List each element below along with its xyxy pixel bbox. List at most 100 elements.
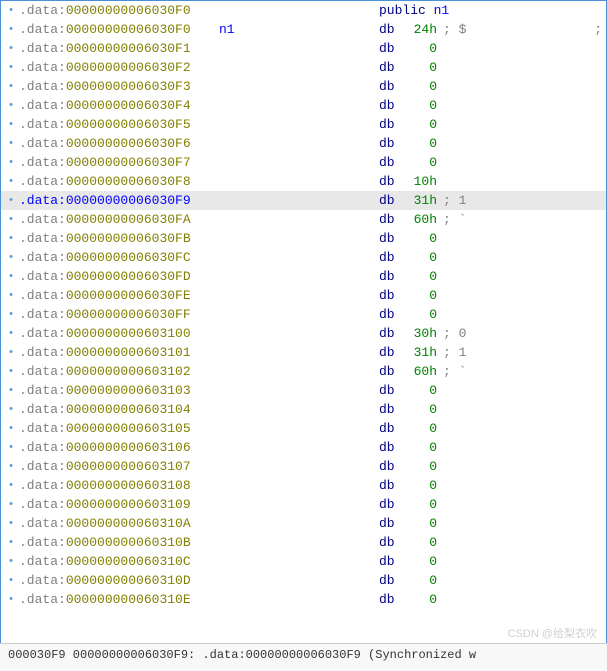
breakpoint-bullet[interactable]: • bbox=[3, 290, 19, 302]
breakpoint-bullet[interactable]: • bbox=[3, 62, 19, 74]
breakpoint-bullet[interactable]: • bbox=[3, 119, 19, 131]
disasm-line[interactable]: •.data:000000000060310Bdb0 bbox=[1, 533, 606, 552]
disassembly-view[interactable]: •.data:00000000006030F0public n1•.data:0… bbox=[1, 1, 606, 641]
comment: ; 1 bbox=[437, 345, 466, 360]
breakpoint-bullet[interactable]: • bbox=[3, 347, 19, 359]
breakpoint-bullet[interactable]: • bbox=[3, 138, 19, 150]
breakpoint-bullet[interactable]: • bbox=[3, 157, 19, 169]
breakpoint-bullet[interactable]: • bbox=[3, 518, 19, 530]
comment: ; ` bbox=[437, 364, 466, 379]
segment-name: .data bbox=[19, 136, 58, 151]
breakpoint-bullet[interactable]: • bbox=[3, 594, 19, 606]
breakpoint-bullet[interactable]: • bbox=[3, 499, 19, 511]
address-column: .data:00000000006030F6 bbox=[19, 136, 219, 151]
disasm-line[interactable]: •.data:00000000006030F5db0 bbox=[1, 115, 606, 134]
breakpoint-bullet[interactable]: • bbox=[3, 556, 19, 568]
breakpoint-bullet[interactable]: • bbox=[3, 100, 19, 112]
breakpoint-bullet[interactable]: • bbox=[3, 423, 19, 435]
disasm-line[interactable]: •.data:0000000000603100db30h; 0 bbox=[1, 324, 606, 343]
address-column: .data:0000000000603107 bbox=[19, 459, 219, 474]
breakpoint-bullet[interactable]: • bbox=[3, 480, 19, 492]
disasm-line[interactable]: •.data:0000000000603106db0 bbox=[1, 438, 606, 457]
disasm-line[interactable]: •.data:0000000000603101db31h; 1 bbox=[1, 343, 606, 362]
disasm-line[interactable]: •.data:000000000060310Adb0 bbox=[1, 514, 606, 533]
address-column: .data:00000000006030FD bbox=[19, 269, 219, 284]
disasm-line[interactable]: •.data:00000000006030FBdb0 bbox=[1, 229, 606, 248]
breakpoint-bullet[interactable]: • bbox=[3, 366, 19, 378]
breakpoint-bullet[interactable]: • bbox=[3, 5, 19, 17]
breakpoint-bullet[interactable]: • bbox=[3, 252, 19, 264]
breakpoint-bullet[interactable]: • bbox=[3, 271, 19, 283]
address-column: .data:00000000006030FC bbox=[19, 250, 219, 265]
breakpoint-bullet[interactable]: • bbox=[3, 328, 19, 340]
disasm-line[interactable]: •.data:00000000006030F8db10h bbox=[1, 172, 606, 191]
breakpoint-bullet[interactable]: • bbox=[3, 81, 19, 93]
address-value: 00000000006030F1 bbox=[66, 41, 191, 56]
disasm-line[interactable]: •.data:00000000006030F0n1db24h; $; bbox=[1, 20, 606, 39]
breakpoint-bullet[interactable]: • bbox=[3, 214, 19, 226]
segment-name: .data bbox=[19, 516, 58, 531]
breakpoint-bullet[interactable]: • bbox=[3, 404, 19, 416]
disasm-line[interactable]: •.data:00000000006030F6db0 bbox=[1, 134, 606, 153]
disasm-line[interactable]: •.data:00000000006030FFdb0 bbox=[1, 305, 606, 324]
disasm-line[interactable]: •.data:00000000006030F0public n1 bbox=[1, 1, 606, 20]
breakpoint-bullet[interactable]: • bbox=[3, 385, 19, 397]
line-content: .data:00000000006030F1db0 bbox=[19, 41, 437, 56]
breakpoint-bullet[interactable]: • bbox=[3, 176, 19, 188]
disasm-line[interactable]: •.data:0000000000603103db0 bbox=[1, 381, 606, 400]
address-column: .data:00000000006030FE bbox=[19, 288, 219, 303]
segment-name: .data bbox=[19, 60, 58, 75]
disasm-line[interactable]: •.data:00000000006030FEdb0 bbox=[1, 286, 606, 305]
disasm-line[interactable]: •.data:00000000006030F2db0 bbox=[1, 58, 606, 77]
breakpoint-bullet[interactable]: • bbox=[3, 24, 19, 36]
label-column bbox=[219, 231, 379, 246]
line-content: .data:000000000060310Cdb0 bbox=[19, 554, 437, 569]
line-content: .data:0000000000603101db31h; 1 bbox=[19, 345, 466, 360]
disasm-line[interactable]: •.data:00000000006030FDdb0 bbox=[1, 267, 606, 286]
disasm-line[interactable]: •.data:0000000000603102db60h; ` bbox=[1, 362, 606, 381]
disasm-line[interactable]: •.data:00000000006030FAdb60h; ` bbox=[1, 210, 606, 229]
disasm-line[interactable]: •.data:000000000060310Edb0 bbox=[1, 590, 606, 609]
segment-name: .data bbox=[19, 421, 58, 436]
disasm-line[interactable]: •.data:0000000000603107db0 bbox=[1, 457, 606, 476]
breakpoint-bullet[interactable]: • bbox=[3, 309, 19, 321]
colon: : bbox=[58, 516, 66, 531]
colon: : bbox=[58, 440, 66, 455]
disasm-line[interactable]: •.data:000000000060310Cdb0 bbox=[1, 552, 606, 571]
trailing-comment: ; bbox=[594, 22, 602, 37]
segment-name: .data bbox=[19, 41, 58, 56]
line-content: .data:00000000006030F0n1db24h; $ bbox=[19, 22, 466, 37]
colon: : bbox=[58, 288, 66, 303]
address-column: .data:00000000006030F8 bbox=[19, 174, 219, 189]
disasm-line[interactable]: •.data:00000000006030F4db0 bbox=[1, 96, 606, 115]
disasm-line[interactable]: •.data:0000000000603105db0 bbox=[1, 419, 606, 438]
colon: : bbox=[58, 535, 66, 550]
disasm-line[interactable]: •.data:00000000006030F7db0 bbox=[1, 153, 606, 172]
colon: : bbox=[58, 364, 66, 379]
disasm-line[interactable]: •.data:00000000006030FCdb0 bbox=[1, 248, 606, 267]
breakpoint-bullet[interactable]: • bbox=[3, 442, 19, 454]
label-column bbox=[219, 497, 379, 512]
colon: : bbox=[58, 41, 66, 56]
disasm-line[interactable]: •.data:000000000060310Ddb0 bbox=[1, 571, 606, 590]
breakpoint-bullet[interactable]: • bbox=[3, 43, 19, 55]
disasm-line[interactable]: •.data:0000000000603108db0 bbox=[1, 476, 606, 495]
disasm-line[interactable]: •.data:0000000000603109db0 bbox=[1, 495, 606, 514]
breakpoint-bullet[interactable]: • bbox=[3, 195, 19, 207]
disasm-line[interactable]: •.data:0000000000603104db0 bbox=[1, 400, 606, 419]
address-column: .data:00000000006030FA bbox=[19, 212, 219, 227]
disasm-line[interactable]: •.data:00000000006030F1db0 bbox=[1, 39, 606, 58]
colon: : bbox=[58, 383, 66, 398]
breakpoint-bullet[interactable]: • bbox=[3, 537, 19, 549]
breakpoint-bullet[interactable]: • bbox=[3, 233, 19, 245]
operand-value: 24h bbox=[407, 22, 437, 37]
disasm-line-selected[interactable]: •.data:00000000006030F9db31h; 1 bbox=[1, 191, 606, 210]
disasm-line[interactable]: •.data:00000000006030F3db0 bbox=[1, 77, 606, 96]
label-column bbox=[219, 250, 379, 265]
breakpoint-bullet[interactable]: • bbox=[3, 461, 19, 473]
colon: : bbox=[58, 307, 66, 322]
label-column bbox=[219, 592, 379, 607]
operand-value: 0 bbox=[407, 41, 437, 56]
address-value: 0000000000603104 bbox=[66, 402, 191, 417]
breakpoint-bullet[interactable]: • bbox=[3, 575, 19, 587]
